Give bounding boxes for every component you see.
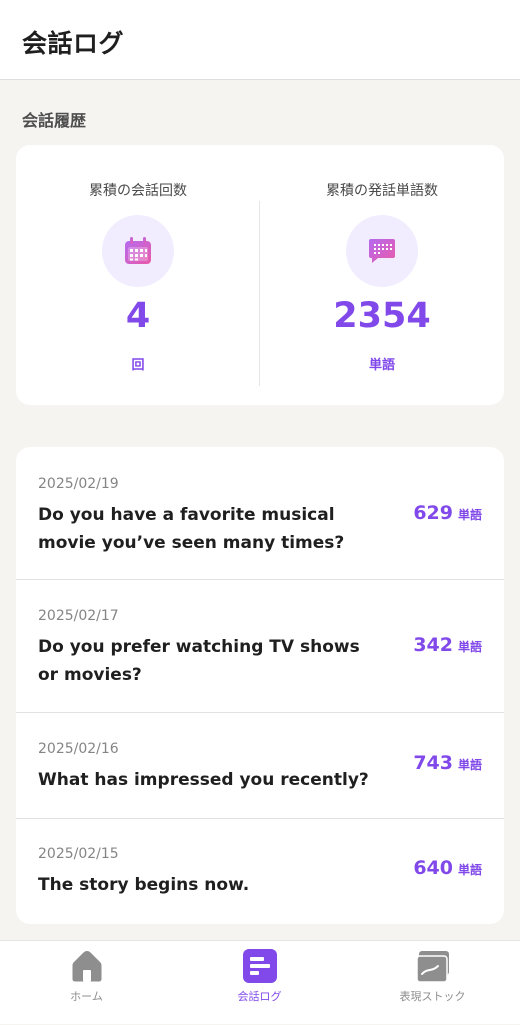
stat-label: 累積の会話回数 [89, 183, 187, 199]
stats-card: 累積の会話回数 4 回 累積の発話単語数 2354 単語 [16, 145, 504, 405]
log-word-count: 640 単語 [413, 857, 482, 879]
log-row[interactable]: 2025/02/15 The story begins now. 640 単語 [16, 819, 504, 924]
calendar-icon [102, 215, 174, 287]
tab-label: 表現ストック [399, 990, 466, 1003]
stat-word-count: 累積の発話単語数 2354 単語 [260, 145, 504, 405]
chat-bubble-icon [346, 215, 418, 287]
log-row[interactable]: 2025/02/19 Do you have a favorite musica… [16, 447, 504, 580]
word-count-value: 2354 [333, 296, 431, 336]
stat-conversation-count: 累積の会話回数 4 回 [16, 145, 260, 405]
log-word-count: 743 単語 [413, 752, 482, 774]
log-word-count-unit: 単語 [457, 863, 482, 877]
log-word-count-unit: 単語 [457, 758, 482, 772]
section-title: 会話履歴 [22, 111, 87, 130]
tab-label: ホーム [70, 990, 103, 1003]
tab-conversation-log[interactable]: 会話ログ [173, 941, 346, 1025]
log-date: 2025/02/19 [38, 476, 119, 492]
log-row[interactable]: 2025/02/17 Do you prefer watching TV sho… [16, 580, 504, 713]
conversation-count-value: 4 [125, 296, 151, 336]
log-date: 2025/02/15 [38, 846, 119, 862]
tab-expression-stock[interactable]: 表現ストック [346, 941, 519, 1025]
app-header: 会話ログ [0, 0, 520, 80]
conversation-count-unit: 回 [131, 358, 145, 373]
log-word-count-unit: 単語 [457, 640, 482, 654]
tab-label: 会話ログ [237, 990, 282, 1003]
home-icon [69, 948, 105, 984]
log-date: 2025/02/17 [38, 608, 119, 624]
tab-home[interactable]: ホーム [0, 941, 173, 1025]
log-word-count: 342 単語 [413, 634, 482, 656]
log-word-count: 629 単語 [413, 502, 482, 524]
log-row[interactable]: 2025/02/16 What has impressed you recent… [16, 713, 504, 819]
log-title: Do you prefer watching TV shows or movie… [38, 637, 360, 685]
page-title: 会話ログ [22, 29, 125, 58]
log-word-count-value: 629 [413, 502, 453, 524]
log-word-count-value: 342 [413, 634, 453, 656]
log-title: The story begins now. [38, 875, 250, 895]
conversation-log-icon [242, 948, 278, 984]
log-word-count-unit: 単語 [457, 508, 482, 522]
log-title: Do you have a favorite musical movie you… [38, 505, 345, 553]
stat-label: 累積の発話単語数 [326, 183, 438, 199]
log-word-count-value: 743 [413, 752, 453, 774]
word-count-unit: 単語 [368, 358, 395, 373]
card-stock-icon [415, 948, 451, 984]
conversation-log-list: 2025/02/19 Do you have a favorite musica… [16, 447, 504, 924]
log-date: 2025/02/16 [38, 741, 119, 757]
tab-bar: ホーム 会話ログ 表現ストック [0, 940, 520, 1024]
log-word-count-value: 640 [413, 857, 453, 879]
log-title: What has impressed you recently? [38, 770, 369, 790]
